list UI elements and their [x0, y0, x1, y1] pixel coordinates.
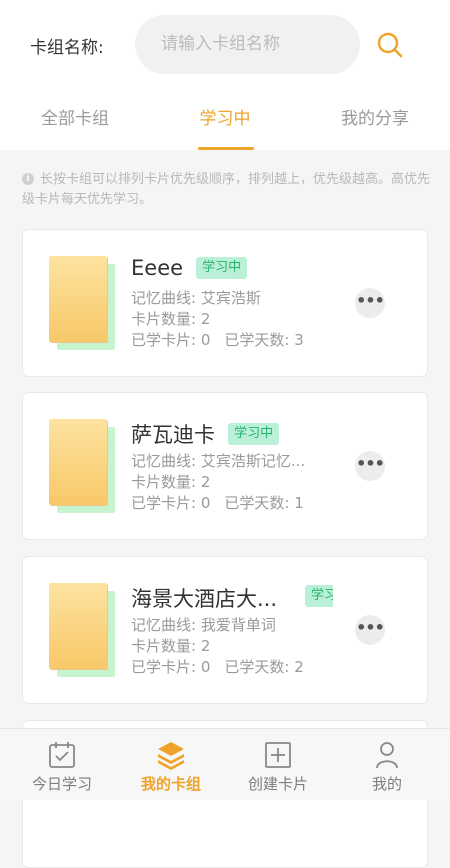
deck-progress: 已学卡片: 0 已学天数: 3: [131, 330, 336, 351]
deck-title: Eeee: [131, 256, 184, 280]
deck-title: 萨瓦迪卡: [131, 423, 215, 447]
deck-card-count: 卡片数量: 2: [131, 637, 211, 655]
nav-label: 我的: [371, 775, 402, 793]
nav-my-decks[interactable]: 我的卡组: [115, 729, 227, 801]
tab-label: 学习中: [199, 109, 251, 129]
nav-create-card[interactable]: 创建卡片: [222, 729, 334, 801]
tab-bar: 全部卡组 学习中 我的分享: [0, 90, 450, 150]
deck-cover: [49, 256, 107, 342]
nav-today-study[interactable]: 今日学习: [6, 729, 118, 801]
more-options-button[interactable]: •••: [355, 288, 385, 318]
deck-days: 已学天数: 3: [224, 331, 304, 349]
status-badge: 学习中: [305, 585, 333, 607]
deck-progress: 已学卡片: 0 已学天数: 2: [131, 657, 336, 678]
search-label: 卡组名称:: [30, 38, 104, 58]
search-input[interactable]: 请输入卡组名称: [135, 15, 360, 74]
deck-card[interactable]: Eeee 学习中 记忆曲线: 艾宾浩斯 卡片数量: 2 已学卡片: 0 已学天数:…: [22, 229, 428, 377]
deck-card-count: 卡片数量: 2: [131, 473, 211, 491]
more-options-button[interactable]: •••: [355, 451, 385, 481]
search-bar: 卡组名称: 请输入卡组名称: [0, 0, 450, 90]
bottom-nav: 今日学习 我的卡组 创建卡片 我的: [0, 728, 450, 800]
person-icon: [376, 742, 398, 769]
tab-my-shares[interactable]: 我的分享: [300, 90, 450, 150]
deck-cover: [49, 419, 107, 505]
deck-days: 已学天数: 1: [224, 494, 304, 512]
tab-all-decks[interactable]: 全部卡组: [0, 90, 150, 150]
status-badge: 学习中: [196, 257, 248, 279]
nav-label: 今日学习: [31, 775, 92, 793]
deck-curve: 记忆曲线: 艾宾浩斯记忆...: [131, 452, 306, 470]
deck-card[interactable]: 海景大酒店大... 学习中 记忆曲线: 我爱背单词 卡片数量: 2 已学卡片: …: [22, 556, 428, 704]
more-options-button[interactable]: •••: [355, 615, 385, 645]
deck-learned: 已学卡片: 0: [131, 658, 211, 676]
nav-profile[interactable]: 我的: [331, 729, 443, 801]
priority-tip: i 长按卡组可以排列卡片优先级顺序，排列越上，优先级越高。高优先级卡片每天优先学…: [22, 170, 432, 210]
info-icon: i: [22, 173, 34, 185]
tab-learning[interactable]: 学习中: [150, 90, 300, 150]
deck-curve: 记忆曲线: 我爱背单词: [131, 616, 276, 634]
search-icon[interactable]: [376, 31, 404, 59]
tip-text: 长按卡组可以排列卡片优先级顺序，排列越上，优先级越高。高优先级卡片每天优先学习。: [22, 172, 431, 207]
status-badge: 学习中: [228, 423, 280, 445]
calendar-check-icon: [49, 742, 75, 768]
deck-card-count: 卡片数量: 2: [131, 310, 211, 328]
deck-learned: 已学卡片: 0: [131, 331, 211, 349]
deck-title: 海景大酒店大...: [131, 587, 278, 611]
nav-label: 我的卡组: [140, 775, 201, 793]
deck-curve: 记忆曲线: 艾宾浩斯: [131, 289, 261, 307]
deck-learned: 已学卡片: 0: [131, 494, 211, 512]
deck-cover: [49, 583, 107, 669]
tab-active-indicator: [198, 147, 254, 150]
add-card-icon: [265, 742, 291, 768]
nav-label: 创建卡片: [247, 775, 308, 793]
deck-days: 已学天数: 2: [224, 658, 304, 676]
tab-label: 全部卡组: [41, 109, 109, 129]
tab-label: 我的分享: [341, 109, 409, 129]
layers-icon: [158, 742, 184, 770]
deck-card[interactable]: 萨瓦迪卡 学习中 记忆曲线: 艾宾浩斯记忆... 卡片数量: 2 已学卡片: 0…: [22, 392, 428, 540]
deck-progress: 已学卡片: 0 已学天数: 1: [131, 493, 336, 514]
